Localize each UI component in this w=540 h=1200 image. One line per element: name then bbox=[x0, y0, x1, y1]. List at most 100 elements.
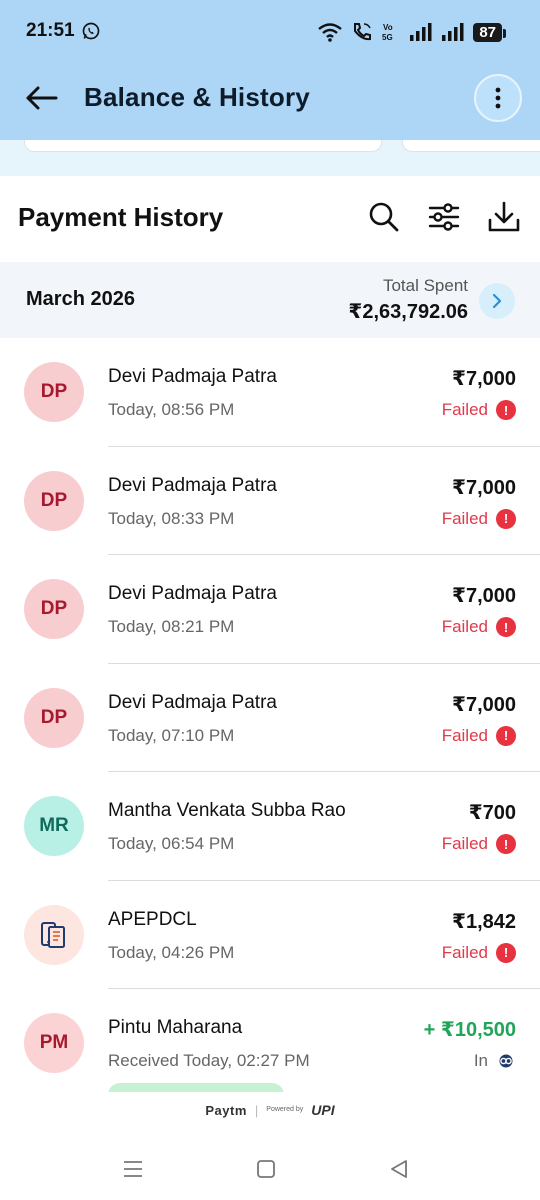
wifi-calling-icon bbox=[354, 23, 372, 41]
transaction-row[interactable]: DP Devi Padmaja Patra Today, 08:33 PM ₹7… bbox=[0, 447, 540, 555]
transaction-row[interactable]: PM Pintu Maharana Received Today, 02:27 … bbox=[0, 989, 540, 1098]
search-icon[interactable] bbox=[367, 200, 401, 234]
transaction-row[interactable]: MR Mantha Venkata Subba Rao Today, 06:54… bbox=[0, 772, 540, 881]
payee-name: Devi Padmaja Patra bbox=[108, 691, 277, 713]
balance-card-edge[interactable] bbox=[402, 140, 540, 152]
back-triangle-icon bbox=[391, 1160, 407, 1178]
month-label: March 2026 bbox=[26, 288, 135, 310]
alert-icon: ! bbox=[496, 725, 516, 746]
alert-icon: ! bbox=[496, 834, 516, 854]
avatar-initials: DP bbox=[40, 598, 68, 619]
signal-icon-sim2 bbox=[442, 23, 464, 41]
total-spent-label: Total Spent bbox=[382, 276, 468, 295]
svg-text:Vo: Vo bbox=[383, 23, 393, 32]
payee-name: Devi Padmaja Patra bbox=[108, 474, 277, 496]
paytm-logo: Paytm bbox=[205, 1102, 247, 1118]
total-spent-value: ₹2,63,792.06 bbox=[348, 301, 468, 323]
transaction-amount: ₹700 bbox=[468, 802, 516, 824]
transaction-status: Failed ! bbox=[441, 942, 516, 963]
transaction-row[interactable]: DP Devi Padmaja Patra Today, 08:56 PM ₹7… bbox=[0, 338, 540, 447]
battery-indicator: 87 bbox=[473, 22, 506, 42]
more-vertical-icon bbox=[495, 87, 501, 109]
transaction-row[interactable]: APEPDCL Today, 04:26 PM ₹1,842 Failed ! bbox=[0, 881, 540, 989]
transaction-status: Failed ! bbox=[442, 834, 516, 854]
toolbar: Balance & History bbox=[0, 66, 540, 132]
status-label: In bbox=[473, 1051, 488, 1070]
status-label: Failed bbox=[441, 834, 488, 853]
payee-name: Devi Padmaja Patra bbox=[108, 583, 277, 604]
transaction-amount: + ₹10,500 bbox=[423, 1019, 516, 1041]
avatar-initials: PM bbox=[39, 1032, 69, 1053]
system-navigation-bar bbox=[0, 1150, 540, 1190]
alert-icon: ! bbox=[496, 508, 516, 529]
home-button[interactable] bbox=[251, 1154, 281, 1184]
filter-icon[interactable] bbox=[427, 200, 461, 234]
transaction-row[interactable]: DP Devi Padmaja Patra Today, 07:10 PM ₹7… bbox=[0, 664, 540, 772]
alert-icon: ! bbox=[496, 400, 516, 420]
status-label: Failed bbox=[441, 617, 488, 636]
upi-logo: UPI bbox=[311, 1102, 335, 1118]
recent-apps-button[interactable] bbox=[118, 1154, 148, 1184]
status-label: Failed bbox=[441, 400, 488, 419]
avatar: DP bbox=[24, 362, 84, 422]
whatsapp-icon bbox=[82, 22, 100, 40]
chevron-right-icon bbox=[492, 293, 502, 309]
wifi-icon bbox=[318, 23, 343, 42]
avatar: DP bbox=[24, 687, 84, 748]
payee-name: Pintu Maharana bbox=[108, 1017, 243, 1038]
status-label: Failed bbox=[441, 508, 488, 528]
footer: Paytm | Powered by UPI bbox=[0, 1092, 540, 1200]
bill-receipt-icon bbox=[41, 921, 65, 948]
svg-text:5G: 5G bbox=[382, 33, 393, 42]
transaction-time: Today, 08:56 PM bbox=[108, 400, 235, 419]
transaction-time: Today, 04:26 PM bbox=[108, 942, 235, 962]
alert-icon: ! bbox=[496, 617, 516, 637]
transaction-amount: ₹7,000 bbox=[452, 585, 516, 607]
transaction-time: Received Today, 02:27 PM bbox=[108, 1051, 310, 1070]
payment-history-title: Payment History bbox=[18, 202, 224, 232]
powered-by-label: Powered by bbox=[266, 1106, 304, 1113]
more-options-button[interactable] bbox=[474, 74, 522, 122]
month-summary[interactable]: March 2026 Total Spent ₹2,63,792.06 bbox=[0, 262, 540, 338]
menu-lines-icon bbox=[124, 1161, 142, 1177]
transaction-status: Failed ! bbox=[441, 508, 516, 529]
payee-name: Devi Padmaja Patra bbox=[108, 366, 277, 387]
avatar bbox=[24, 904, 84, 965]
transaction-time: Today, 08:33 PM bbox=[108, 508, 235, 528]
avatar-initials: DP bbox=[40, 489, 68, 511]
status-bar: 21:51 Vo 5G 87 bbox=[0, 0, 540, 62]
avatar: PM bbox=[24, 1013, 84, 1073]
transaction-status: Failed ! bbox=[442, 400, 516, 420]
transaction-amount: ₹7,000 bbox=[452, 693, 516, 716]
alert-icon: ! bbox=[496, 942, 516, 963]
transaction-row[interactable]: DP Devi Padmaja Patra Today, 08:21 PM ₹7… bbox=[0, 555, 540, 664]
transaction-status: In bbox=[474, 1051, 516, 1071]
back-button[interactable] bbox=[384, 1154, 414, 1184]
transaction-time: Today, 07:10 PM bbox=[108, 725, 235, 745]
transaction-list: DP Devi Padmaja Patra Today, 08:56 PM ₹7… bbox=[0, 338, 540, 1098]
avatar: DP bbox=[24, 470, 84, 531]
balance-card-edge[interactable] bbox=[24, 140, 382, 152]
volte-5g-icon: Vo 5G bbox=[382, 23, 393, 42]
status-label: Failed bbox=[441, 725, 488, 745]
status-time: 21:51 bbox=[26, 20, 75, 41]
page-title: Balance & History bbox=[84, 82, 310, 112]
payee-name: APEPDCL bbox=[108, 908, 197, 930]
powered-by-branding: Paytm | Powered by UPI bbox=[0, 1102, 540, 1118]
signal-icon-sim1 bbox=[410, 23, 432, 41]
home-square-icon bbox=[257, 1160, 275, 1178]
download-icon[interactable] bbox=[487, 200, 521, 234]
month-details-button[interactable] bbox=[479, 283, 515, 319]
payee-name: Mantha Venkata Subba Rao bbox=[108, 800, 346, 821]
transaction-amount: ₹1,842 bbox=[452, 910, 516, 933]
avatar: MR bbox=[24, 796, 84, 856]
back-arrow-icon[interactable] bbox=[22, 80, 62, 116]
avatar-initials: DP bbox=[40, 706, 68, 728]
transaction-time: Today, 08:21 PM bbox=[108, 617, 235, 636]
payment-history-header: Payment History bbox=[0, 176, 540, 262]
transaction-amount: ₹7,000 bbox=[452, 368, 516, 390]
status-icons: Vo 5G 87 bbox=[317, 20, 506, 44]
linked-account-icon bbox=[499, 1054, 513, 1068]
status-label: Failed bbox=[441, 942, 488, 962]
avatar-initials: DP bbox=[40, 381, 68, 402]
